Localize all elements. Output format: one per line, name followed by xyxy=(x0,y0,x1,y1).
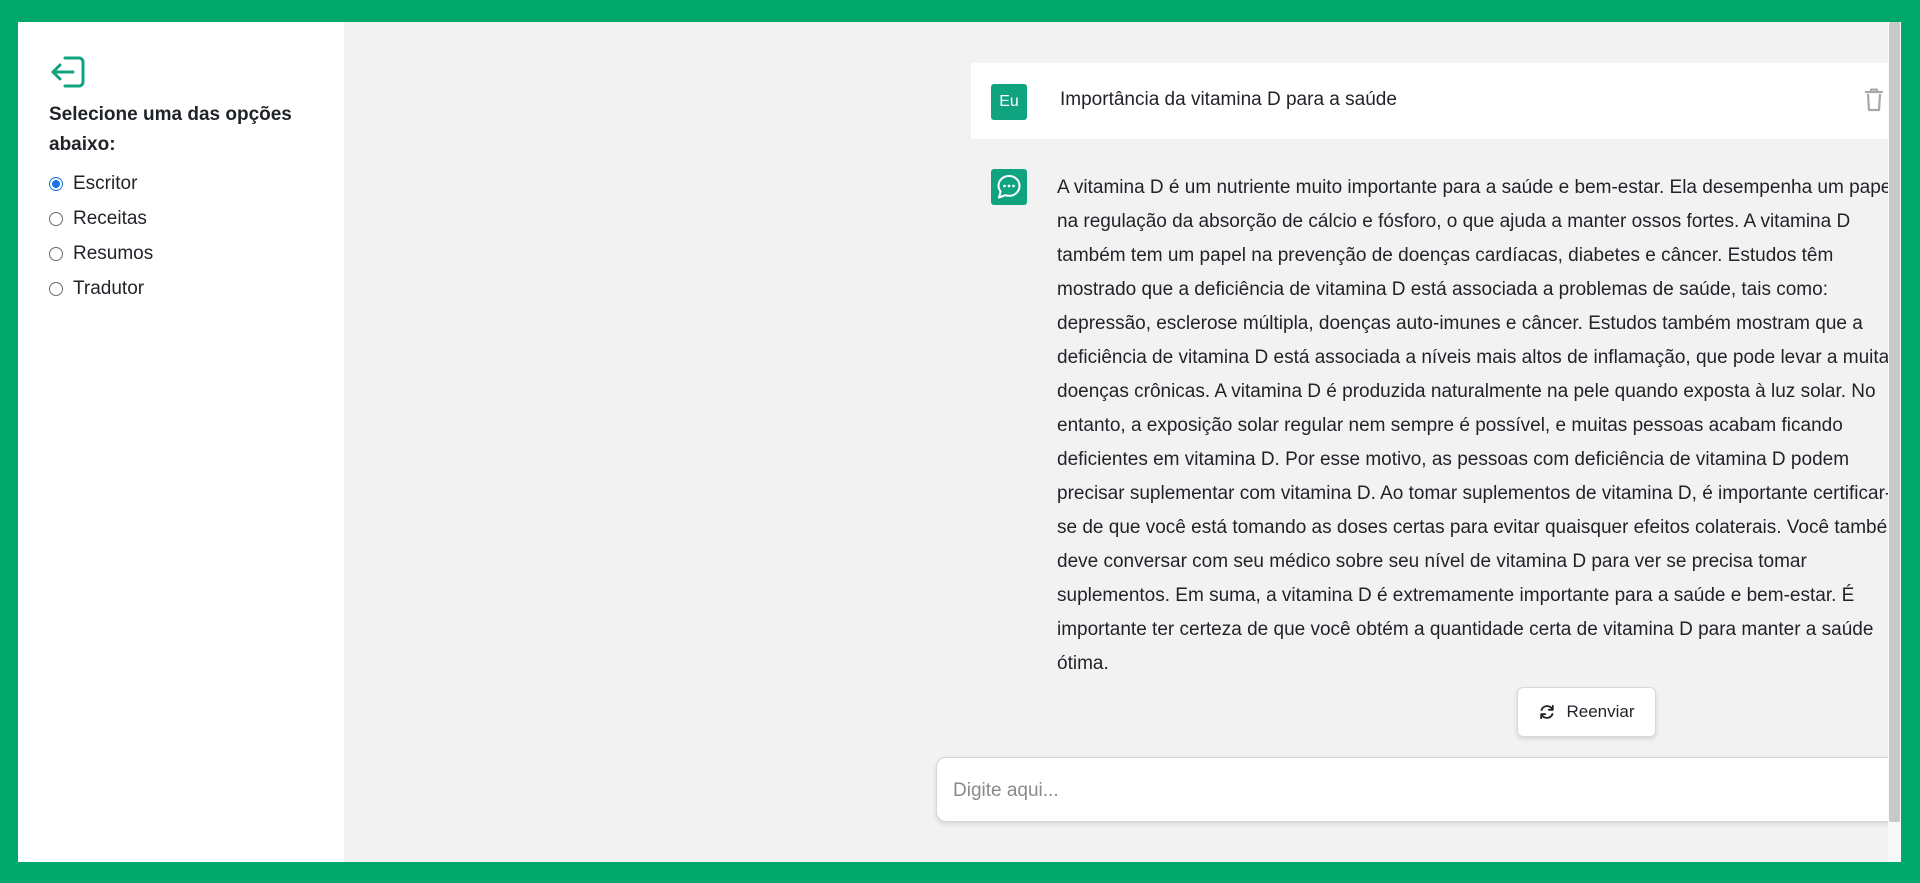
user-message-text: Importância da vitamina D para a saúde xyxy=(1060,89,1397,110)
radio-receitas[interactable] xyxy=(49,211,63,226)
bot-avatar xyxy=(991,169,1027,205)
refresh-icon xyxy=(1540,704,1555,720)
sidebar: Selecione uma das opções abaixo: Escrito… xyxy=(18,22,344,862)
option-tradutor[interactable]: Tradutor xyxy=(49,271,344,306)
user-message: Eu Importância da vitamina D para a saúd… xyxy=(971,63,1901,139)
scrollbar[interactable] xyxy=(1888,22,1901,862)
option-label: Receitas xyxy=(73,207,147,229)
message-input[interactable] xyxy=(951,758,1855,823)
app-frame: Selecione uma das opções abaixo: Escrito… xyxy=(18,22,1901,862)
resend-button[interactable]: Reenviar xyxy=(1517,687,1656,737)
resend-label: Reenviar xyxy=(1566,702,1635,721)
option-label: Escritor xyxy=(73,172,138,194)
chat-bubble-icon xyxy=(997,175,1021,199)
scrollbar-thumb[interactable] xyxy=(1889,22,1900,822)
radio-resumos[interactable] xyxy=(49,246,63,261)
options-heading: Selecione uma das opções abaixo: xyxy=(49,104,292,155)
trash-icon[interactable] xyxy=(1859,84,1889,114)
option-label: Tradutor xyxy=(73,277,145,299)
logout-icon[interactable] xyxy=(49,54,87,90)
user-avatar: Eu xyxy=(991,84,1027,120)
option-resumos[interactable]: Resumos xyxy=(49,236,344,271)
message-input-box xyxy=(936,757,1901,823)
option-receitas[interactable]: Receitas xyxy=(49,201,344,236)
option-escritor[interactable]: Escritor xyxy=(49,166,344,201)
radio-tradutor[interactable] xyxy=(49,281,63,296)
option-label: Resumos xyxy=(73,242,154,264)
radio-escritor[interactable] xyxy=(49,176,63,191)
bot-message-text: A vitamina D é um nutriente muito import… xyxy=(1057,177,1901,674)
chat-area: Eu Importância da vitamina D para a saúd… xyxy=(344,22,1901,862)
